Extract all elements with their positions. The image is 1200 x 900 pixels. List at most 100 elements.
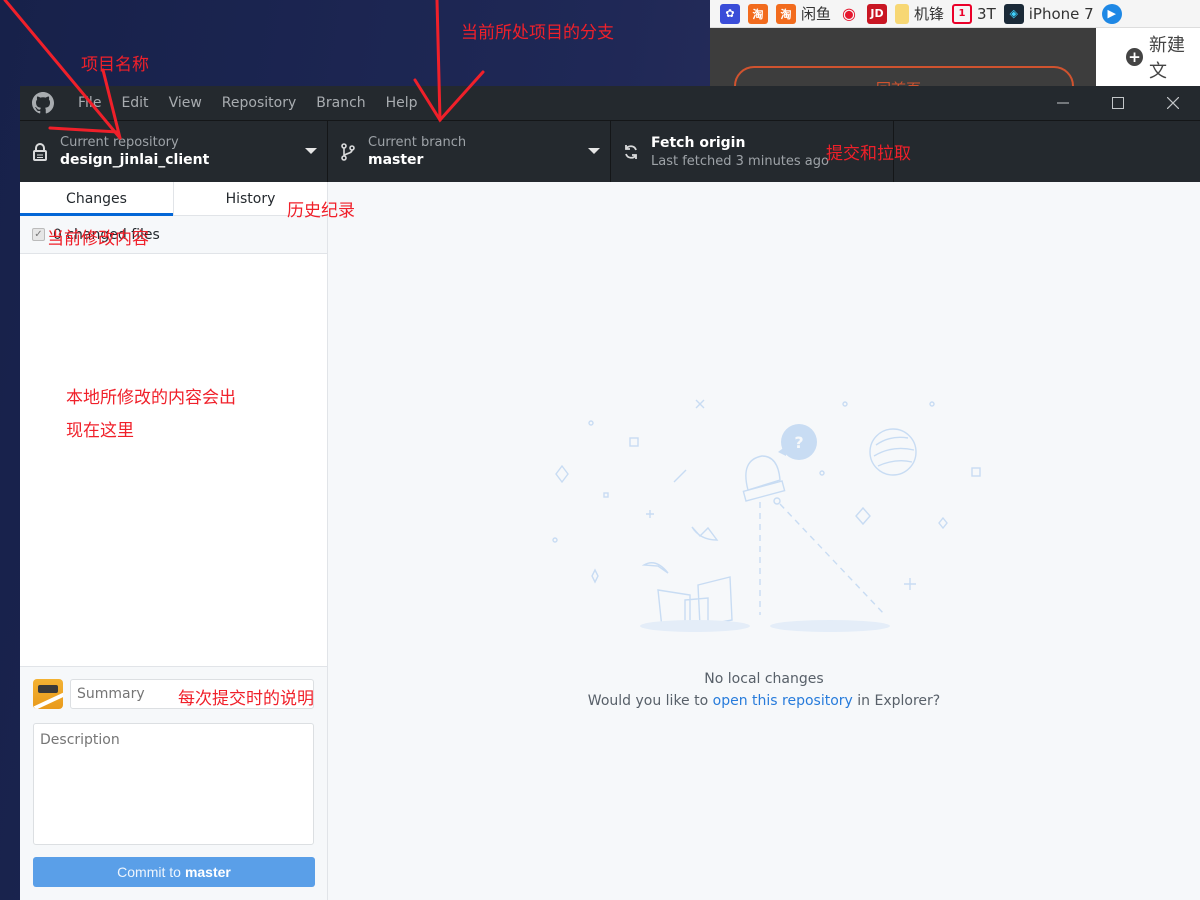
menu-help[interactable]: Help xyxy=(376,95,428,111)
menu-edit[interactable]: Edit xyxy=(111,95,158,111)
current-branch-label: Current branch xyxy=(368,135,467,150)
svg-text:?: ? xyxy=(794,433,803,452)
minimize-icon xyxy=(1056,102,1069,104)
beam-line xyxy=(779,503,886,616)
plus-circle-icon: + xyxy=(1126,48,1143,66)
star-diamond xyxy=(591,568,599,584)
no-changes-illustration: ? xyxy=(552,399,981,632)
annotation-local-changes-line1: 本地所修改的内容会出 xyxy=(66,388,236,408)
bookmark-baidu[interactable]: ✿ xyxy=(720,3,740,24)
star-dash xyxy=(673,469,687,483)
annotation-fetch-push: 提交和拉取 xyxy=(826,144,911,164)
bookmark-3t[interactable]: 1 3T xyxy=(952,3,996,24)
annotation-commit-description: 每次提交时的说明 xyxy=(178,689,314,709)
star-dot xyxy=(842,401,848,407)
minimize-button[interactable] xyxy=(1035,86,1090,120)
select-all-checkbox[interactable]: ✓ xyxy=(32,228,45,241)
commit-button-branch: master xyxy=(184,864,231,880)
main-panel: ? No local changes Would you like to ope… xyxy=(328,182,1200,900)
star-square xyxy=(971,467,981,477)
commit-button-prefix: Commit to xyxy=(117,864,181,880)
star-plus xyxy=(904,578,916,590)
tab-changes[interactable]: Changes xyxy=(20,182,173,216)
commit-description-input[interactable] xyxy=(33,723,314,845)
commit-button[interactable]: Commit to master xyxy=(33,857,315,887)
menu-file[interactable]: File xyxy=(68,95,111,111)
iphone-icon: ◈ xyxy=(1003,3,1024,24)
annotation-current-branch: 当前所处项目的分支 xyxy=(461,23,614,43)
oneplus-icon: 1 xyxy=(952,3,973,24)
star-diamond xyxy=(855,506,871,526)
star-diamond xyxy=(555,464,569,484)
current-branch-dropdown[interactable]: Current branch master xyxy=(328,121,611,183)
github-logo-icon xyxy=(32,92,54,114)
bookmark-jifeng[interactable]: 机锋 xyxy=(895,3,944,24)
caret-down-icon xyxy=(588,148,600,154)
star-plus xyxy=(646,510,654,518)
menu-branch[interactable]: Branch xyxy=(306,95,375,111)
play-icon: ▶ xyxy=(1101,3,1122,24)
fetch-origin-label: Fetch origin xyxy=(651,135,746,151)
telescope xyxy=(745,455,781,491)
avatar-visor xyxy=(38,685,58,693)
current-repository-name: design_jinlai_client xyxy=(60,152,210,168)
maximize-icon xyxy=(1111,97,1124,109)
sidebar-tabs: Changes History xyxy=(20,182,327,216)
taobao-icon: 淘 xyxy=(748,3,768,24)
close-icon xyxy=(1166,97,1179,109)
window-controls xyxy=(1035,86,1200,120)
avatar-stripe xyxy=(33,692,63,709)
maximize-button[interactable] xyxy=(1090,86,1145,120)
close-button[interactable] xyxy=(1145,86,1200,120)
paper-scrap xyxy=(691,526,719,541)
planet-stripes xyxy=(873,436,915,467)
last-fetched-text: Last fetched 3 minutes ago xyxy=(651,154,829,169)
ground-shadow xyxy=(640,620,750,632)
bookmark-jd[interactable]: JD xyxy=(867,3,888,24)
user-avatar xyxy=(33,679,63,709)
bookmark-weibo[interactable]: ◉ xyxy=(839,4,859,24)
bookmark-label: 闲鱼 xyxy=(801,5,832,23)
star-dot xyxy=(588,420,594,426)
github-desktop-window: File Edit View Repository Branch Help Cu… xyxy=(20,86,1200,900)
ground-shadow xyxy=(770,620,890,632)
changed-files-list xyxy=(20,254,327,666)
lock-icon xyxy=(20,143,60,161)
annotation-history: 历史纪录 xyxy=(287,201,355,221)
menu-repository[interactable]: Repository xyxy=(212,95,306,111)
jd-icon: JD xyxy=(867,3,888,24)
bookmark-label: 3T xyxy=(977,4,996,23)
bookmark-play[interactable]: ▶ xyxy=(1101,3,1122,24)
star-x xyxy=(695,399,705,409)
open-in-explorer-suffix: in Explorer? xyxy=(852,693,941,709)
open-in-explorer-prefix: Would you like to xyxy=(587,693,713,709)
planet xyxy=(869,428,917,476)
bookmark-taobao[interactable]: 淘 xyxy=(748,3,768,24)
annotation-current-changes: 当前修改内容 xyxy=(47,229,149,249)
new-document-button[interactable]: + 新建文 xyxy=(1096,28,1200,86)
new-document-label: 新建文 xyxy=(1149,35,1185,82)
bookmarks-bar: ✿ 淘 淘 闲鱼 ◉ JD 机锋 1 3T ◈ iPhone 7 ▶ xyxy=(710,0,1200,28)
bookmark-xianyu[interactable]: 淘 闲鱼 xyxy=(776,3,831,24)
bookmark-label: iPhone 7 xyxy=(1028,4,1094,23)
annotation-project-name: 项目名称 xyxy=(81,55,149,75)
current-repository-dropdown[interactable]: Current repository design_jinlai_client xyxy=(20,121,328,183)
current-branch-name: master xyxy=(368,152,424,168)
sync-icon xyxy=(611,144,651,160)
title-bar: File Edit View Repository Branch Help xyxy=(20,86,1200,120)
current-repository-label: Current repository xyxy=(60,135,179,150)
star-square xyxy=(603,492,609,498)
star-dot xyxy=(819,470,825,476)
annotation-local-changes-line2: 现在这里 xyxy=(66,421,134,441)
open-in-explorer-line: Would you like to open this repository i… xyxy=(328,690,1200,712)
paper-scrap xyxy=(641,562,669,574)
menu-view[interactable]: View xyxy=(159,95,212,111)
star-dot xyxy=(929,401,935,407)
no-local-changes-title: No local changes xyxy=(704,671,824,687)
folder-icon xyxy=(895,3,910,24)
open-repository-link[interactable]: open this repository xyxy=(713,693,853,709)
caret-down-icon xyxy=(305,148,317,154)
weibo-icon: ◉ xyxy=(842,4,856,23)
bookmark-iphone7[interactable]: ◈ iPhone 7 xyxy=(1003,3,1094,24)
star-diamond xyxy=(938,516,948,530)
